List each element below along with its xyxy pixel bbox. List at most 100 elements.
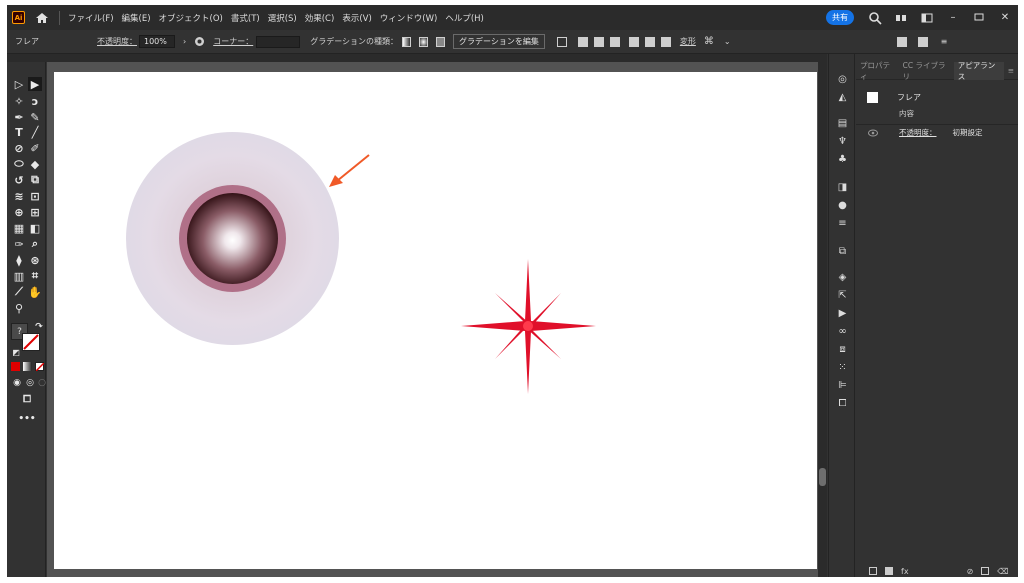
tab-appearance[interactable]: アピアランス xyxy=(953,61,1004,81)
symbols-icon[interactable]: ♣ xyxy=(837,154,848,165)
workspace-icon[interactable] xyxy=(920,11,934,25)
star-flare[interactable] xyxy=(461,259,596,394)
gradient-panel-icon[interactable]: ◨ xyxy=(837,182,848,193)
shape-builder-icon[interactable]: ⊕ xyxy=(12,205,26,219)
arrange-icon[interactable] xyxy=(896,36,907,47)
menu-view[interactable]: 表示(V) xyxy=(342,12,371,24)
menu-help[interactable]: ヘルプ(H) xyxy=(445,12,484,24)
recolor-icon[interactable] xyxy=(194,36,205,47)
clear-appearance-icon[interactable]: ⊘ xyxy=(967,567,974,576)
asset-export-icon[interactable]: ⧉ xyxy=(837,246,848,257)
menu-window[interactable]: ウィンドウ(W) xyxy=(380,12,438,24)
align-to-icon[interactable] xyxy=(556,36,567,47)
pen-tool-icon[interactable]: ✒ xyxy=(12,110,26,124)
stroke-swatch[interactable] xyxy=(22,333,40,351)
gradient-tool-icon[interactable]: ◧ xyxy=(28,221,42,235)
swap-fill-stroke-icon[interactable]: ↷ xyxy=(32,320,46,334)
color-guide-icon[interactable]: ◭ xyxy=(837,92,848,103)
tab-cc-libraries[interactable]: CC ライブラリ xyxy=(899,61,954,81)
line-tool-icon[interactable]: ╱ xyxy=(28,125,42,139)
menu-effect[interactable]: 効果(C) xyxy=(305,12,335,24)
freeform-gradient-icon[interactable] xyxy=(436,36,446,47)
maximize-icon[interactable] xyxy=(972,11,986,25)
appearance-contents-label[interactable]: 内容 xyxy=(899,108,914,119)
blend-icon[interactable]: ⧫ xyxy=(12,253,26,267)
appearance-opacity-row[interactable]: 不透明度： 初期設定 xyxy=(856,124,1018,138)
corner-input[interactable] xyxy=(256,35,301,48)
share-button[interactable]: 共有 xyxy=(826,10,854,25)
align-top-icon[interactable] xyxy=(628,36,639,47)
pathfinder-icon[interactable]: ⧈ xyxy=(837,344,848,355)
transform-link[interactable]: 変形 xyxy=(680,36,696,47)
panel-toggle-icon[interactable] xyxy=(917,36,928,47)
duplicate-item-icon[interactable] xyxy=(981,567,990,575)
screen-mode-icon[interactable]: ⧠ xyxy=(20,392,34,406)
close-icon[interactable]: ✕ xyxy=(998,11,1012,25)
rotate-icon[interactable]: ↺ xyxy=(12,173,26,187)
panel-menu-icon[interactable]: ≡ xyxy=(1004,62,1018,80)
align-center-icon[interactable] xyxy=(593,36,604,47)
gradient-mode-icon[interactable] xyxy=(23,362,32,371)
menu-icon[interactable]: ≡ xyxy=(941,37,948,46)
linear-gradient-icon[interactable] xyxy=(402,36,412,47)
stroke-panel-icon[interactable]: ≡ xyxy=(837,218,848,229)
none-mode-icon[interactable] xyxy=(35,362,44,371)
align-right-icon[interactable] xyxy=(609,36,620,47)
edit-gradient-button[interactable]: グラデーションを編集 xyxy=(453,34,545,49)
vertical-scrollbar[interactable] xyxy=(818,62,827,577)
scrollbar-thumb[interactable] xyxy=(819,468,826,486)
artboard-tool-icon[interactable]: ⌗ xyxy=(28,269,42,283)
align-middle-icon[interactable] xyxy=(644,36,655,47)
links-icon[interactable]: ∞ xyxy=(837,326,848,337)
align-left-icon[interactable] xyxy=(577,36,588,47)
corner-label[interactable]: コーナー： xyxy=(213,36,253,47)
eraser-icon[interactable]: ◆ xyxy=(28,157,42,171)
minimize-icon[interactable]: – xyxy=(946,11,960,25)
new-fill-icon[interactable] xyxy=(885,567,893,575)
tab-properties[interactable]: プロパティ xyxy=(856,61,899,81)
warp-icon[interactable]: ≋ xyxy=(12,189,26,203)
eyedropper-icon[interactable]: ✑ xyxy=(12,237,26,251)
isolate-icon[interactable]: ⌘ xyxy=(704,36,714,47)
layers-icon[interactable]: ◈ xyxy=(837,272,848,283)
opacity-value[interactable]: 100% xyxy=(139,35,175,48)
mesh-icon[interactable]: ▦ xyxy=(12,221,26,235)
slice-icon[interactable]: ⟋ xyxy=(12,285,26,299)
opacity-arrow-icon[interactable]: › xyxy=(183,37,186,46)
hand-tool-icon[interactable]: ✋ xyxy=(28,285,42,299)
opacity-label[interactable]: 不透明度： xyxy=(97,36,137,47)
transparency-icon[interactable]: ● xyxy=(837,200,848,211)
perspective-grid-icon[interactable]: ⊞ xyxy=(28,205,42,219)
color-mode-icon[interactable] xyxy=(11,362,20,371)
pattern-icon[interactable]: ⁙ xyxy=(837,362,848,373)
default-colors-icon[interactable]: ◩ xyxy=(9,345,23,359)
type-tool-icon[interactable]: T xyxy=(12,125,26,139)
align-bottom-icon[interactable] xyxy=(660,36,671,47)
curvature-icon[interactable]: ✎ xyxy=(28,110,42,124)
flare-center[interactable] xyxy=(187,193,278,284)
draw-normal-icon[interactable]: ◉ xyxy=(10,376,24,390)
eye-icon[interactable] xyxy=(868,129,878,137)
actions-icon[interactable]: ▶ xyxy=(837,308,848,319)
menu-select[interactable]: 選択(S) xyxy=(268,12,297,24)
menu-edit[interactable]: 編集(E) xyxy=(122,12,151,24)
properties-icon[interactable]: ◎ xyxy=(837,74,848,85)
arrange-documents-icon[interactable] xyxy=(894,11,908,25)
appearance-opacity-label[interactable]: 不透明度： xyxy=(899,127,937,138)
measure-icon[interactable]: ⌕ xyxy=(28,237,42,251)
menu-object[interactable]: オブジェクト(O) xyxy=(159,12,223,24)
edit-toolbar-icon[interactable]: ••• xyxy=(18,412,35,426)
zoom-tool-icon[interactable]: ⚲ xyxy=(12,301,26,315)
align-panel-icon[interactable]: ⊫ xyxy=(837,380,848,391)
lasso-icon[interactable]: ↄ xyxy=(28,94,42,108)
appearance-object-row[interactable]: フレア xyxy=(856,90,1018,104)
magic-wand-icon[interactable]: ✧ xyxy=(12,94,26,108)
transform-panel-icon[interactable]: ⧠ xyxy=(837,398,848,409)
free-transform-icon[interactable]: ⊡ xyxy=(28,189,42,203)
paintbrush-icon[interactable]: ✐ xyxy=(28,141,42,155)
menu-type[interactable]: 書式(T) xyxy=(231,12,260,24)
menu-file[interactable]: ファイル(F) xyxy=(68,12,114,24)
scale-icon[interactable]: ⧉ xyxy=(28,173,42,187)
selection-tool-icon[interactable]: ▶ xyxy=(28,77,42,91)
direct-select-icon[interactable]: ▷ xyxy=(12,77,26,91)
